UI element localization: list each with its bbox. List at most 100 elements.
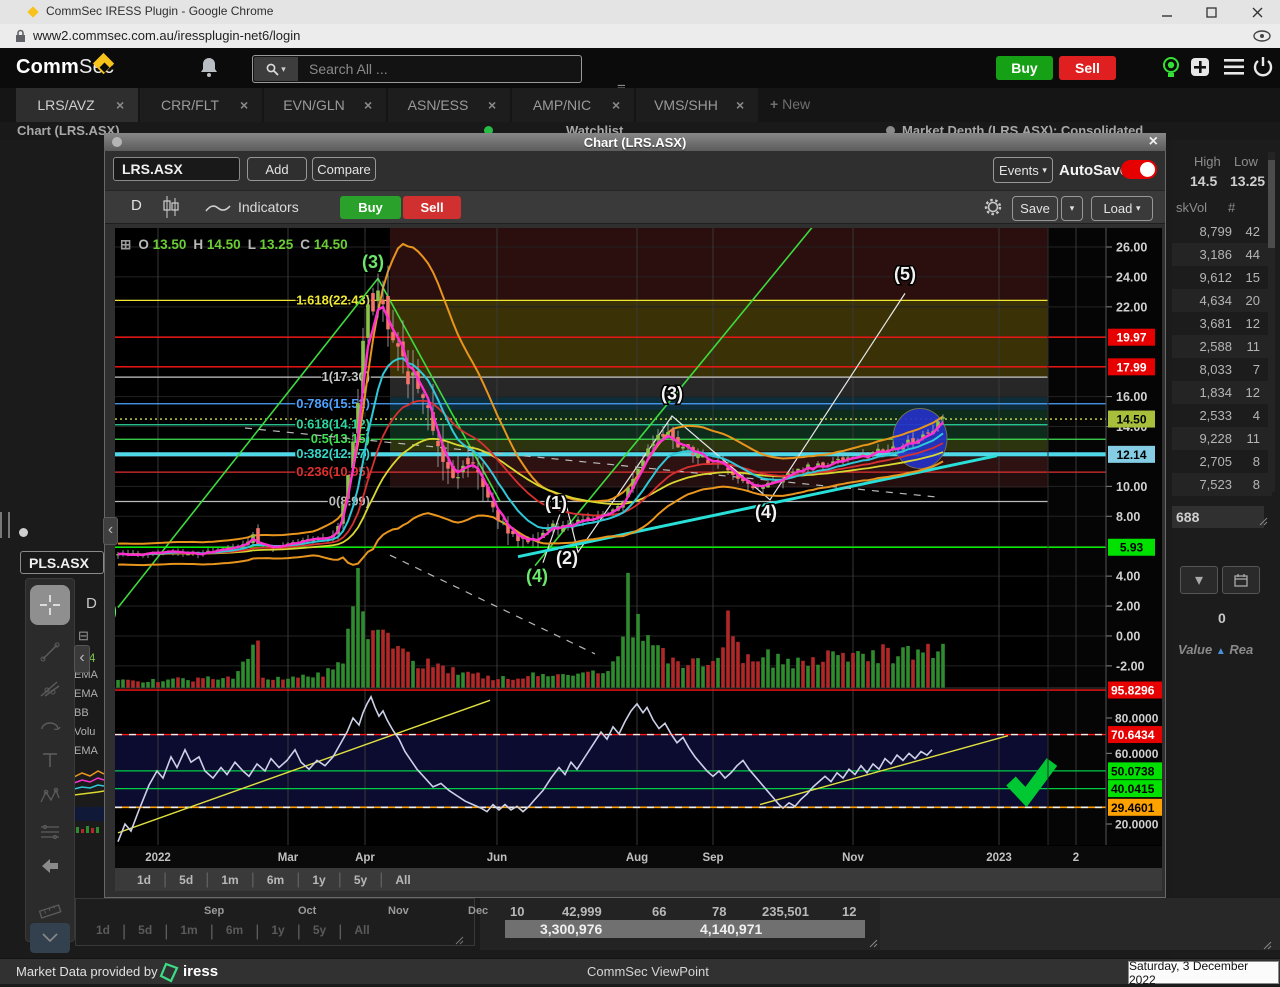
filter-dropdown-button[interactable]: ▾ — [1180, 566, 1218, 594]
timeframe-1d[interactable]: 1d — [84, 923, 122, 941]
timeframe-6m[interactable]: 6m — [255, 873, 296, 887]
notifications-bell-icon[interactable] — [199, 56, 219, 78]
tab-close-icon[interactable]: × — [240, 97, 262, 113]
resize-handle-icon[interactable] — [1262, 940, 1272, 950]
browser-urlbar[interactable]: www2.commsec.com.au/iressplugin-net6/log… — [0, 24, 1280, 49]
pls-window-handle[interactable] — [19, 528, 28, 537]
pls-mini-chart — [74, 763, 104, 841]
header-buy-button[interactable]: Buy — [996, 56, 1053, 80]
pls-interval-label[interactable]: D — [86, 595, 97, 612]
chart-window-titlebar[interactable]: Chart (LRS.ASX) × — [104, 133, 1166, 151]
depth-row: 7,5238 — [1172, 473, 1272, 496]
resize-handle-icon[interactable] — [1258, 516, 1268, 526]
chart-sell-button[interactable]: Sell — [403, 196, 461, 219]
pls-month-label: Nov — [388, 905, 409, 917]
candlestick-style-icon[interactable] — [162, 196, 180, 218]
depth-total-row: 688 — [1172, 506, 1264, 528]
tab-amp-nic[interactable]: AMP/NIC× — [512, 88, 634, 122]
depth-summary-value: 42,999 — [562, 904, 602, 919]
tab-close-icon[interactable]: × — [736, 97, 758, 113]
save-button[interactable]: Save — [1012, 196, 1058, 221]
load-dropdown[interactable]: Load ▾ — [1091, 196, 1153, 221]
window-handle-dot[interactable] — [112, 137, 122, 147]
depth-row: 8,79942 — [1172, 220, 1272, 243]
ruler-tool[interactable] — [30, 895, 70, 925]
search-box[interactable]: ▾ Search All ... — [252, 55, 582, 83]
settings-gear-icon[interactable] — [982, 196, 1004, 218]
chart-window-close-icon[interactable]: × — [1149, 133, 1158, 151]
timeframe-1y[interactable]: 1y — [300, 873, 337, 887]
pls-collapse-icon[interactable]: ⊟ — [78, 628, 89, 644]
search-input[interactable]: Search All ... — [309, 61, 388, 77]
tab-close-icon[interactable]: × — [364, 97, 386, 113]
resize-handle-icon[interactable] — [868, 938, 878, 948]
back-arrow-tool[interactable] — [30, 851, 70, 881]
window-close-button[interactable] — [1236, 0, 1278, 24]
pitchfork-tool[interactable] — [30, 673, 70, 703]
add-button[interactable]: Add — [247, 157, 307, 181]
chart-buy-button[interactable]: Buy — [340, 196, 401, 219]
timeframe-1d[interactable]: 1d — [125, 873, 163, 887]
dock-grip[interactable] — [0, 512, 10, 538]
power-logout-icon[interactable] — [1253, 56, 1273, 78]
background-panel — [880, 898, 1280, 950]
tab-close-icon[interactable]: × — [116, 97, 138, 113]
url-text: www2.commsec.com.au/iressplugin-net6/log… — [33, 28, 300, 43]
tab-evn-gln[interactable]: EVN/GLN× — [264, 88, 386, 122]
pls-symbol-input[interactable]: PLS.ASX — [20, 551, 104, 574]
events-dropdown[interactable]: Events ▾ — [993, 157, 1053, 183]
new-tab-button[interactable]: + New — [770, 96, 810, 112]
timeframe-all[interactable]: All — [342, 923, 381, 941]
shape-tool[interactable] — [30, 709, 70, 739]
compare-button[interactable]: Compare — [312, 157, 376, 181]
timeframe-6m[interactable]: 6m — [214, 923, 255, 941]
timeframe-1m[interactable]: 1m — [168, 923, 209, 941]
grid-plus-icon[interactable]: ⊞ — [120, 237, 131, 253]
timeframe-5y[interactable]: 5y — [301, 923, 338, 941]
timeframe-1m[interactable]: 1m — [209, 873, 250, 887]
pls-collapse-tab[interactable]: ‹ — [74, 645, 90, 673]
text-tool[interactable] — [30, 745, 70, 775]
crosshair-tool[interactable] — [30, 585, 70, 625]
window-maximize-button[interactable] — [1190, 0, 1232, 24]
tab-asn-ess[interactable]: ASN/ESS× — [388, 88, 510, 122]
header-sell-button[interactable]: Sell — [1059, 56, 1116, 80]
window-collapse-tab[interactable]: ‹ — [103, 517, 118, 545]
timeframe-5d[interactable]: 5d — [126, 923, 164, 941]
tab-close-icon[interactable]: × — [488, 97, 510, 113]
timeframe-5y[interactable]: 5y — [342, 873, 379, 887]
timeframe-all[interactable]: All — [383, 873, 422, 887]
depth-row: 1,83412 — [1172, 381, 1272, 404]
tab-close-icon[interactable]: × — [612, 97, 634, 113]
indicators-button[interactable]: Indicators — [238, 199, 299, 215]
interval-button[interactable]: D — [131, 197, 142, 214]
depth-scrollbar-thumb[interactable] — [1268, 160, 1275, 248]
timeframe-5d[interactable]: 5d — [167, 873, 205, 887]
trendline-tool[interactable] — [30, 637, 70, 667]
add-window-icon[interactable] — [1190, 57, 1210, 77]
eye-icon[interactable] — [1253, 30, 1271, 42]
price-chart[interactable]: 1.618(22.43)1(17.30)0.786(15.52)0.618(14… — [115, 228, 1162, 868]
symbol-input[interactable]: LRS.ASX — [113, 157, 240, 181]
calendar-button[interactable] — [1222, 566, 1260, 594]
save-options-caret[interactable]: ▾ — [1061, 196, 1083, 221]
timeframe-1y[interactable]: 1y — [259, 923, 296, 941]
ideas-bulb-icon[interactable] — [1160, 55, 1182, 81]
tab-crr-flt[interactable]: CRR/FLT× — [140, 88, 262, 122]
resize-handle-icon[interactable] — [454, 935, 464, 945]
xabcd-pattern-tool[interactable] — [30, 781, 70, 811]
bid-total: 3,300,976 — [540, 921, 602, 937]
menu-hamburger-icon[interactable] — [1224, 59, 1244, 75]
events-label: Events — [999, 163, 1039, 178]
depth-total: 688 — [1176, 509, 1199, 525]
svg-text:80.0000: 80.0000 — [1115, 712, 1159, 726]
depth-scrollbar-track[interactable] — [1268, 152, 1275, 492]
tab-vms-shh[interactable]: VMS/SHH× — [636, 88, 758, 122]
window-minimize-button[interactable] — [1146, 0, 1188, 24]
collapse-toolbar-chevron[interactable] — [30, 923, 70, 953]
fib-tool[interactable] — [30, 817, 70, 847]
tab-lrs-avz[interactable]: LRS/AVZ× — [16, 88, 138, 122]
autosave-toggle[interactable] — [1121, 160, 1157, 179]
value-column-header[interactable]: Value ▲ Rea — [1178, 642, 1253, 657]
search-scope-dropdown[interactable]: ▾ — [254, 57, 298, 81]
